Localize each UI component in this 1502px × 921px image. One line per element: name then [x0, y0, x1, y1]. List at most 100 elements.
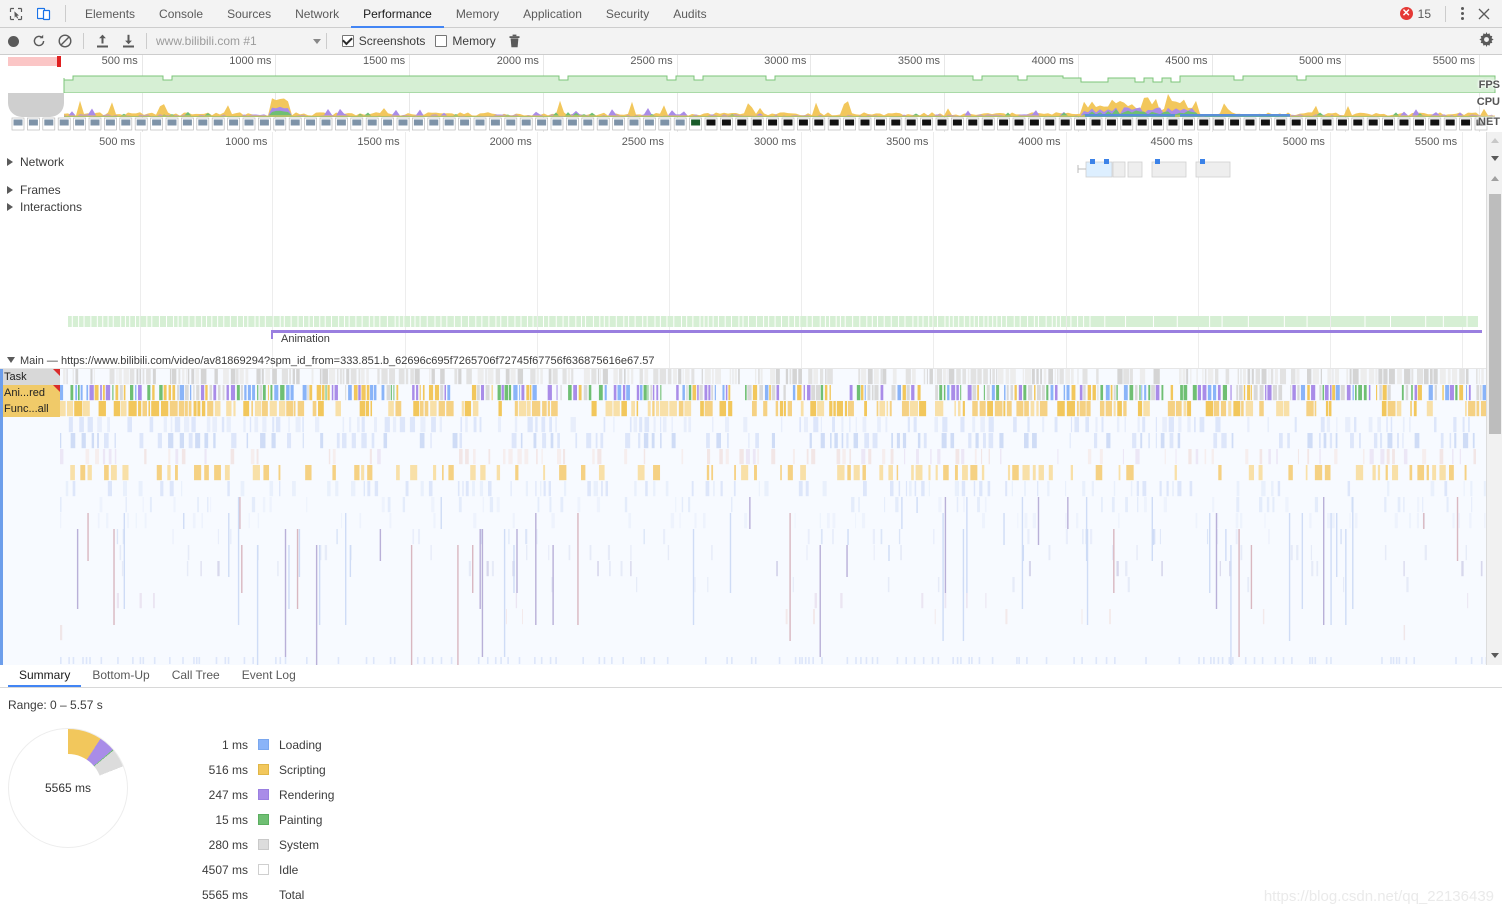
activity-donut-chart[interactable]: 5565 ms — [8, 728, 128, 848]
tab-event-log[interactable]: Event Log — [231, 665, 307, 687]
legend-name: Idle — [279, 862, 299, 877]
flamechart-row-labels: Task Ani...red Func...all — [0, 369, 60, 417]
scroll-up-arrow-2[interactable] — [1487, 170, 1502, 186]
chevron-down-icon[interactable] — [7, 356, 15, 367]
trash-icon[interactable] — [502, 29, 528, 53]
tab-call-tree[interactable]: Call Tree — [161, 665, 231, 687]
track-header-frames[interactable]: Frames — [0, 182, 1486, 198]
chevron-right-icon[interactable] — [7, 158, 13, 166]
tab-console[interactable]: Console — [147, 0, 215, 28]
kebab-menu-icon[interactable] — [1452, 4, 1472, 24]
watermark: https://blog.csdn.net/qq_22136439 — [1263, 888, 1494, 905]
legend-value: 5565 ms — [201, 887, 248, 902]
chevron-right-icon[interactable] — [7, 203, 13, 211]
legend-row-system[interactable]: 280 ms System — [170, 832, 334, 857]
chevron-right-icon[interactable] — [7, 186, 13, 194]
legend-name: System — [279, 837, 320, 852]
legend-swatch-painting — [258, 814, 269, 825]
recording-selector[interactable]: www.bilibili.com #1 — [156, 34, 321, 48]
legend-row-rendering[interactable]: 247 ms Rendering — [170, 782, 335, 807]
legend-swatch-loading — [258, 739, 269, 750]
save-profile-icon[interactable] — [115, 29, 141, 53]
legend-row-painting[interactable]: 15 ms Painting — [170, 807, 334, 832]
track-header-network[interactable]: Network — [0, 154, 1486, 170]
flame-row-animation-frame-fired[interactable]: Ani...red — [0, 385, 60, 401]
record-circle-icon[interactable] — [0, 29, 26, 53]
tab-security[interactable]: Security — [594, 0, 661, 28]
legend-row-idle[interactable]: 4507 ms Idle — [170, 857, 334, 882]
tab-memory[interactable]: Memory — [444, 0, 511, 28]
device-toolbar-icon[interactable] — [32, 1, 58, 27]
clear-recording-icon[interactable] — [52, 29, 78, 53]
legend-row-loading[interactable]: 1 ms Loading — [170, 732, 334, 757]
cpu-initial-blob — [8, 93, 64, 117]
timeline-flamechart-pane[interactable]: 500 ms 1000 ms 1500 ms 2000 ms 2500 ms 3000 m… — [0, 132, 1502, 666]
timeline-tick-label: 4000 ms — [1018, 136, 1061, 148]
reload-record-icon[interactable] — [26, 29, 52, 53]
chevron-down-icon[interactable] — [312, 38, 321, 44]
tab-network[interactable]: Network — [283, 0, 351, 28]
timeline-tick-label: 3000 ms — [753, 136, 797, 148]
overview-tick-label: 500 ms — [101, 55, 138, 67]
scroll-down-arrow[interactable] — [1487, 647, 1502, 663]
tab-performance[interactable]: Performance — [351, 0, 444, 28]
gear-icon[interactable] — [1479, 32, 1494, 50]
details-tab-list: Summary Bottom-Up Call Tree Event Log — [0, 665, 1502, 688]
timeline-vertical-scrollbar[interactable] — [1486, 132, 1502, 665]
overview-fps-band — [0, 69, 1502, 94]
track-group-network[interactable]: Network — [0, 154, 1486, 170]
tab-sources[interactable]: Sources — [215, 0, 283, 28]
tab-bottom-up[interactable]: Bottom-Up — [81, 665, 160, 687]
main-track-accent-bar — [0, 369, 3, 665]
range-label: Range: 0 – 5.57 s — [8, 698, 103, 712]
tab-application[interactable]: Application — [511, 0, 594, 28]
tab-elements[interactable]: Elements — [73, 0, 147, 28]
overview-tick-label: 1000 ms — [229, 55, 272, 67]
tab-summary[interactable]: Summary — [8, 665, 82, 687]
error-count-label: 15 — [1417, 6, 1431, 21]
memory-label: Memory — [452, 34, 496, 48]
warning-triangle-icon — [53, 369, 60, 376]
long-frame-bar — [8, 57, 60, 66]
inspect-cursor-icon[interactable] — [3, 1, 29, 27]
scroll-down-arrow-top[interactable] — [1487, 150, 1502, 166]
flame-row-func-label: Func...all — [4, 403, 49, 415]
legend-value: 15 ms — [215, 812, 248, 827]
legend-swatch-rendering — [258, 789, 269, 800]
timeline-overview[interactable]: 500 ms 1000 ms 1500 ms 2000 ms 2500 ms 3000 m… — [0, 55, 1502, 133]
legend-swatch-scripting — [258, 764, 269, 775]
tab-audits[interactable]: Audits — [661, 0, 718, 28]
devtools-window: Elements Console Sources Network Perform… — [0, 0, 1502, 921]
main-track-header[interactable]: Main — https://www.bilibili.com/video/av… — [0, 353, 1493, 369]
memory-checkbox[interactable]: Memory — [435, 34, 496, 48]
screenshots-checkbox[interactable]: Screenshots — [341, 34, 425, 48]
legend-value: 4507 ms — [201, 862, 248, 877]
timeline-tick-label: 500 ms — [99, 136, 136, 148]
control-divider-1 — [83, 33, 84, 49]
track-header-interactions[interactable]: Interactions — [0, 199, 1486, 215]
donut-center-label: 5565 ms — [34, 754, 102, 822]
legend-name: Scripting — [279, 762, 326, 777]
warning-triangle-icon — [53, 385, 60, 392]
animation-bar[interactable] — [271, 330, 1482, 333]
error-count-badge[interactable]: ✕ 15 — [1399, 6, 1431, 21]
flame-row-function-call[interactable]: Func...all — [0, 401, 60, 417]
scroll-up-arrow[interactable] — [1487, 132, 1502, 148]
timeline-tick-label: 1500 ms — [357, 136, 400, 148]
tabbar-right-controls: ✕ 15 — [1399, 3, 1502, 25]
track-group-interactions[interactable]: Interactions — [0, 199, 1486, 215]
timeline-tick-label: 4500 ms — [1150, 136, 1193, 148]
overview-tick-label: 2500 ms — [630, 55, 673, 67]
error-icon: ✕ — [1399, 7, 1413, 20]
load-profile-icon[interactable] — [89, 29, 115, 53]
memory-checkbox-box[interactable] — [435, 35, 448, 47]
legend-value: 1 ms — [221, 737, 248, 752]
legend-row-scripting[interactable]: 516 ms Scripting — [170, 757, 334, 782]
scrollbar-thumb[interactable] — [1489, 194, 1501, 434]
flamechart-canvas[interactable]: Task Ani...red Func...all — [0, 369, 1486, 665]
legend-row-total[interactable]: 5565 ms Total — [170, 882, 334, 907]
screenshots-checkbox-box[interactable] — [341, 35, 354, 47]
flame-row-task[interactable]: Task — [0, 369, 60, 385]
close-icon[interactable] — [1472, 3, 1496, 25]
track-group-frames[interactable]: Frames — [0, 182, 1486, 198]
